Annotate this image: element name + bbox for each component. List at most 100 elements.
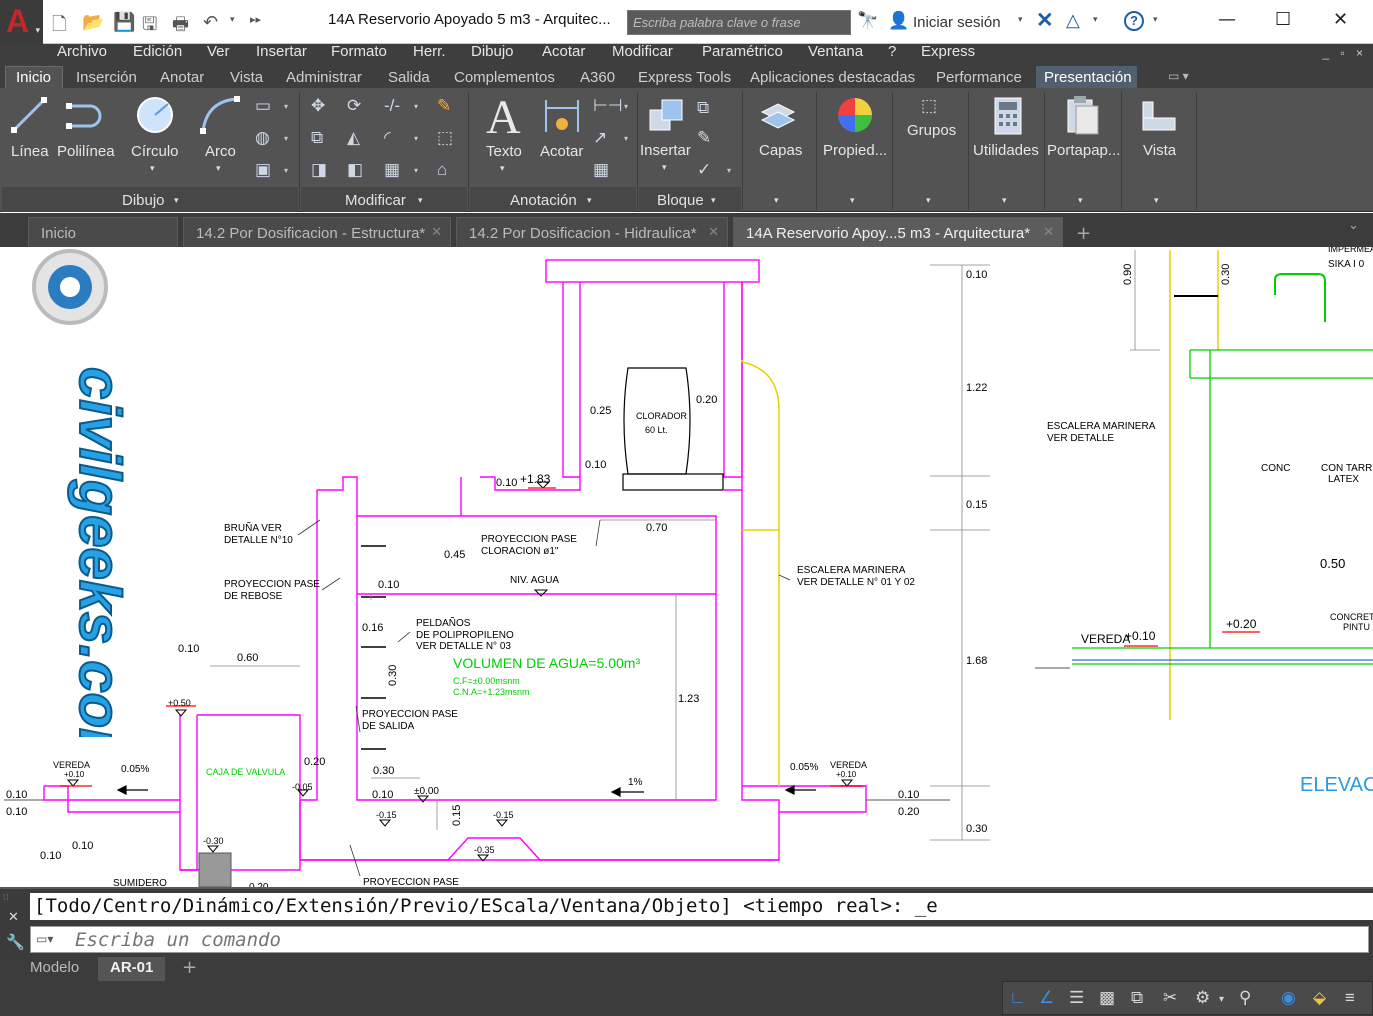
utilities-expand-icon[interactable]: ▾ <box>1002 195 1007 206</box>
text-dropdown-icon[interactable]: ▾ <box>500 163 505 174</box>
view-button-label[interactable]: Vista <box>1143 142 1176 159</box>
text-button-label[interactable]: Texto <box>486 143 522 160</box>
isolate-icon[interactable]: ◉ <box>1281 988 1296 1008</box>
save-icon[interactable]: 💾 <box>113 12 135 33</box>
fillet-icon[interactable]: ◜ <box>384 128 391 148</box>
attribute-dropdown-icon[interactable]: ▾ <box>727 166 731 175</box>
customization-menu-icon[interactable]: ≡ <box>1345 988 1355 1008</box>
menu-edicion[interactable]: Edición <box>133 44 182 60</box>
array-icon[interactable]: ▦ <box>384 160 400 180</box>
close-icon[interactable]: ✕ <box>708 224 719 240</box>
close-icon[interactable]: ✕ <box>431 224 442 240</box>
tab-insercion[interactable]: Inserción <box>76 69 137 86</box>
tab-list-chevron-icon[interactable]: ⌄ <box>1348 217 1359 233</box>
doc-tab-inicio[interactable]: Inicio <box>28 217 178 247</box>
layers-icon[interactable] <box>758 96 798 136</box>
menu-parametrico[interactable]: Paramétrico <box>702 44 783 60</box>
hatch-icon[interactable]: ◍ <box>255 128 270 148</box>
tab-complementos[interactable]: Complementos <box>454 69 555 86</box>
modify-panel-title[interactable]: Modificar <box>345 192 406 209</box>
clipboard-button-label[interactable]: Portapap... <box>1047 142 1120 159</box>
add-layout-icon[interactable]: + <box>182 957 197 978</box>
tab-inicio[interactable]: Inicio <box>16 69 51 86</box>
sign-in-button[interactable]: Iniciar sesión <box>913 14 1001 31</box>
table-icon[interactable]: ▦ <box>593 160 609 180</box>
binoculars-icon[interactable]: 🔭 <box>857 11 878 31</box>
utilities-button-label[interactable]: Utilidades <box>973 142 1039 159</box>
circle-icon[interactable] <box>135 95 175 135</box>
menu-ver[interactable]: Ver <box>207 44 230 60</box>
rectangle-dropdown-icon[interactable]: ▾ <box>284 102 288 111</box>
command-input-wrap[interactable]: ▭▾ <box>30 926 1369 953</box>
command-input[interactable] <box>75 927 1365 952</box>
grip-icon[interactable]: ⁞⁞ <box>3 893 9 902</box>
properties-button-label[interactable]: Propied... <box>823 142 887 159</box>
trim-dropdown-icon[interactable]: ▾ <box>414 102 418 111</box>
tab-vista[interactable]: Vista <box>230 69 263 86</box>
search-box[interactable]: Escriba palabra clave o frase <box>627 10 851 35</box>
settings-dropdown-icon[interactable]: ▾ <box>1219 994 1224 1005</box>
create-block-icon[interactable]: ⧉ <box>697 98 709 118</box>
close-icon[interactable]: ✕ <box>1333 9 1348 30</box>
sign-in-dropdown-icon[interactable]: ▾ <box>1018 14 1023 25</box>
help-dropdown-icon[interactable]: ▾ <box>1153 14 1158 25</box>
tab-presentacion[interactable]: Presentación <box>1044 69 1132 86</box>
a360-dropdown-icon[interactable]: ▾ <box>1093 14 1098 25</box>
properties-expand-icon[interactable]: ▾ <box>850 195 855 206</box>
attribute-icon[interactable]: ✓ <box>697 160 711 180</box>
polyline-button-label[interactable]: Polilínea <box>57 143 115 160</box>
polar-icon[interactable]: ∠ <box>1039 988 1054 1008</box>
view-icon[interactable] <box>1141 100 1177 134</box>
doc-tab-estructura[interactable]: 14.2 Por Dosificacion - Estructura* ✕ <box>183 217 451 247</box>
hatch-dropdown-icon[interactable]: ▾ <box>284 134 288 143</box>
selection-cycling-icon[interactable]: ⧉ <box>1131 988 1143 1008</box>
transparency-icon[interactable]: ▩ <box>1099 988 1115 1008</box>
insert-dropdown-icon[interactable]: ▾ <box>662 162 667 173</box>
dimension-icon[interactable] <box>542 96 582 136</box>
linear-dim-icon[interactable]: ⊢⊣ <box>593 96 623 116</box>
hardware-accel-icon[interactable]: ⬙ <box>1313 988 1326 1008</box>
insert-block-icon[interactable] <box>646 96 686 136</box>
fillet-dropdown-icon[interactable]: ▾ <box>414 134 418 143</box>
arc-dropdown-icon[interactable]: ▾ <box>216 163 221 174</box>
layers-button-label[interactable]: Capas <box>759 142 802 159</box>
dimension-button-label[interactable]: Acotar <box>540 143 583 160</box>
array-dropdown-icon[interactable]: ▾ <box>414 166 418 175</box>
ribbon-minimize-icon[interactable]: ▭ ▾ <box>1168 69 1189 83</box>
tab-express-tools[interactable]: Express Tools <box>638 69 731 86</box>
window-controls-icon[interactable]: _ ▫ × <box>1322 46 1367 60</box>
clipboard-expand-icon[interactable]: ▾ <box>1078 195 1083 206</box>
drawing-canvas[interactable]: 0.10 1.22 0.15 1.68 0.30 0.25 0.20 0.10 +1.83 0.1… <box>0 247 1373 887</box>
rotate-icon[interactable]: ⟳ <box>347 96 361 116</box>
doc-tab-hidraulica[interactable]: 14.2 Por Dosificacion - Hidraulica* ✕ <box>456 217 728 247</box>
groups-expand-icon[interactable]: ▾ <box>926 195 931 206</box>
line-icon[interactable] <box>10 96 48 134</box>
menu-archivo[interactable]: Archivo <box>57 44 107 60</box>
print-icon[interactable]: 🖶 <box>172 12 189 42</box>
open-file-icon[interactable]: 📂 <box>82 12 104 33</box>
undo-icon[interactable]: ↶ <box>203 12 218 33</box>
layout-tab-modelo[interactable]: Modelo <box>18 957 91 981</box>
tab-administrar[interactable]: Administrar <box>286 69 362 86</box>
menu-dibujo[interactable]: Dibujo <box>471 44 514 60</box>
explode-icon[interactable]: ⬚ <box>437 128 453 148</box>
tab-performance[interactable]: Performance <box>936 69 1022 86</box>
help-icon[interactable]: ? <box>1124 11 1144 31</box>
groups-button-label[interactable]: Grupos <box>907 122 956 139</box>
view-expand-icon[interactable]: ▾ <box>1154 195 1159 206</box>
maximize-icon[interactable]: ☐ <box>1275 9 1291 30</box>
text-icon[interactable]: A <box>486 90 521 145</box>
workspace-icon[interactable]: ⚲ <box>1239 988 1251 1008</box>
draw-panel-title[interactable]: Dibujo <box>122 192 165 209</box>
insert-button-label[interactable]: Insertar <box>640 142 691 159</box>
arc-button-label[interactable]: Arco <box>205 143 236 160</box>
circle-dropdown-icon[interactable]: ▾ <box>150 163 155 174</box>
menu-ventana[interactable]: Ventana <box>808 44 863 60</box>
draw-panel-expand-icon[interactable]: ▾ <box>174 195 179 206</box>
menu-help[interactable]: ? <box>888 44 896 60</box>
exchange-apps-icon[interactable]: ✕ <box>1036 8 1054 33</box>
erase-icon[interactable]: ✎ <box>437 96 451 116</box>
linear-dim-dropdown-icon[interactable]: ▾ <box>624 102 628 111</box>
tab-anotar[interactable]: Anotar <box>160 69 204 86</box>
boundary-dropdown-icon[interactable]: ▾ <box>284 166 288 175</box>
